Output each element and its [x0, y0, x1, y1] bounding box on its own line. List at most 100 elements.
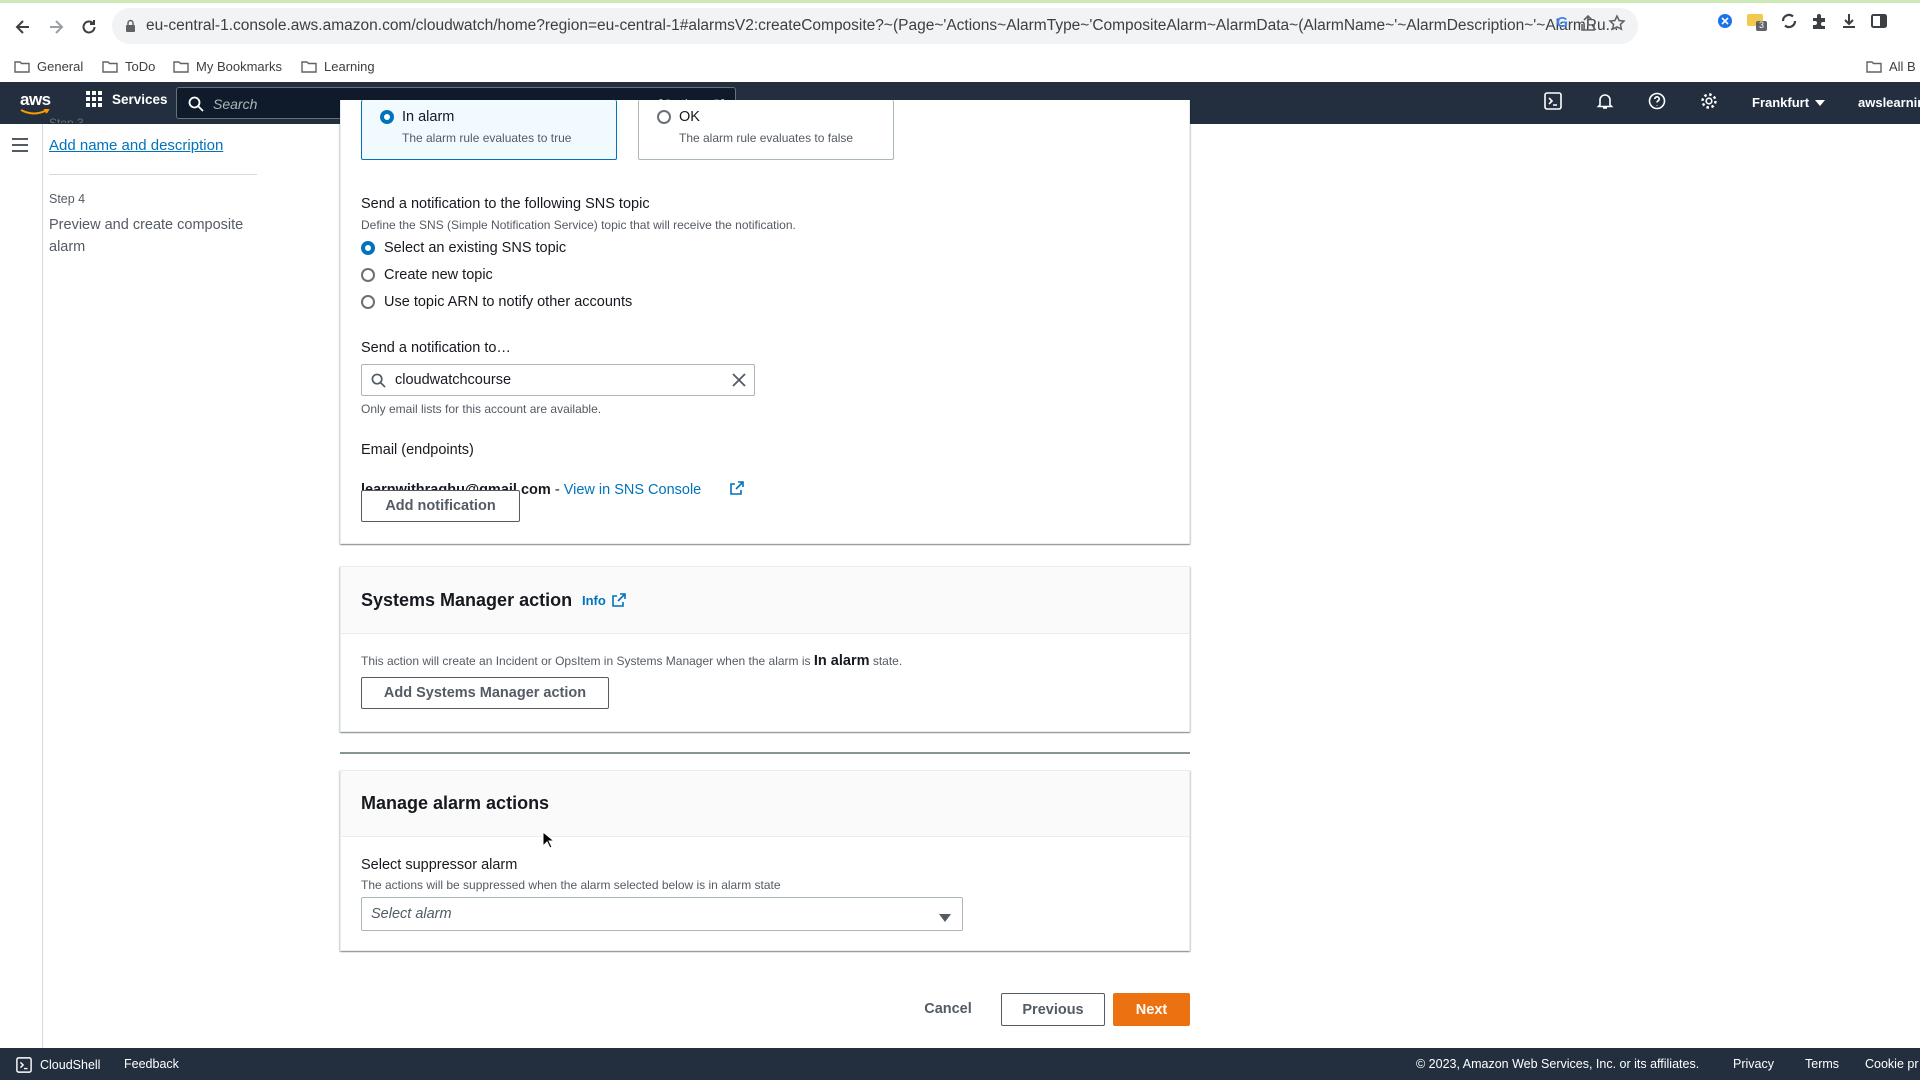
search-icon	[188, 96, 204, 112]
sns-option-radio[interactable]	[361, 295, 375, 309]
sns-option-arn[interactable]: Use topic ARN to notify other accounts	[361, 294, 632, 310]
extension-badge-icon[interactable]: 3	[1746, 12, 1768, 37]
share-icon[interactable]	[1580, 14, 1596, 37]
services-menu[interactable]: Services	[86, 91, 168, 107]
external-link-icon	[612, 593, 626, 612]
sns-option-existing[interactable]: Select an existing SNS topic	[361, 240, 566, 256]
star-icon[interactable]	[1608, 14, 1626, 37]
search-icon	[371, 373, 386, 388]
puzzle-icon[interactable]	[1810, 12, 1828, 37]
next-button[interactable]: Next	[1113, 993, 1190, 1026]
sync-icon[interactable]	[1780, 12, 1798, 37]
settings-gear-icon[interactable]	[1700, 92, 1718, 115]
search-placeholder: Search	[213, 96, 258, 112]
sns-option-new[interactable]: Create new topic	[361, 267, 493, 283]
bookmark-all-bookmarks[interactable]: All B	[1866, 59, 1916, 74]
folder-icon	[14, 60, 30, 73]
cookie-preferences-link[interactable]: Cookie pr	[1865, 1057, 1919, 1071]
previous-button[interactable]: Previous	[1001, 993, 1105, 1026]
bookmarks-bar: General ToDo My Bookmarks Learning All B	[0, 52, 1920, 80]
caret-down-icon	[939, 910, 951, 928]
sns-description: Define the SNS (Simple Notification Serv…	[361, 218, 796, 232]
help-icon[interactable]	[1648, 92, 1666, 115]
info-link[interactable]: Info	[582, 593, 606, 608]
address-bar[interactable]: eu-central-1.console.aws.amazon.com/clou…	[112, 8, 1638, 44]
bookmark-label: My Bookmarks	[196, 58, 282, 74]
feedback-link[interactable]: Feedback	[124, 1057, 179, 1071]
notification-panel: In alarm The alarm rule evaluates to tru…	[340, 100, 1190, 544]
view-sns-console-link[interactable]: View in SNS Console	[564, 482, 702, 498]
extension-compass-icon[interactable]	[1716, 12, 1734, 37]
sns-option-radio[interactable]	[361, 241, 375, 255]
state-ok-radio[interactable]	[657, 110, 671, 124]
bookmark-todo[interactable]: ToDo	[102, 59, 155, 74]
add-systems-manager-action-button[interactable]: Add Systems Manager action	[361, 677, 609, 709]
state-in-alarm-desc: The alarm rule evaluates to true	[402, 131, 572, 145]
cloudshell-button[interactable]: CloudShell	[16, 1057, 100, 1073]
external-link-icon	[706, 465, 745, 515]
bookmark-label: Learning	[324, 58, 375, 74]
download-icon[interactable]	[1840, 12, 1858, 37]
state-in-alarm-title: In alarm	[402, 109, 455, 125]
manage-alarm-actions-panel: Manage alarm actions Select suppressor a…	[340, 770, 1190, 951]
sns-option-radio[interactable]	[361, 268, 375, 282]
hamburger-menu-icon[interactable]	[12, 138, 28, 157]
step-divider	[49, 174, 257, 175]
caret-down-icon	[1815, 95, 1826, 110]
services-label: Services	[112, 91, 168, 107]
suppressor-alarm-select[interactable]: Select alarm	[361, 897, 963, 931]
sm-desc-prefix: This action will create an Incident or O…	[361, 654, 811, 668]
side-nav-rail	[0, 124, 43, 1048]
region-selector[interactable]: Frankfurt	[1752, 95, 1826, 110]
reload-icon[interactable]	[76, 14, 102, 40]
bookmark-label: All B	[1889, 58, 1916, 74]
sns-option-label: Use topic ARN to notify other accounts	[384, 294, 633, 310]
forward-icon[interactable]	[43, 14, 69, 40]
back-icon[interactable]	[10, 14, 36, 40]
url-text: eu-central-1.console.aws.amazon.com/clou…	[146, 17, 1619, 34]
terms-link[interactable]: Terms	[1805, 1057, 1839, 1071]
email-endpoints-label: Email (endpoints)	[361, 442, 474, 458]
sm-desc-state: In alarm	[813, 653, 870, 669]
sidepanel-icon[interactable]	[1870, 12, 1888, 37]
sns-topic-value: cloudwatchcourse	[395, 372, 512, 388]
suppressor-alarm-desc: The actions will be suppressed when the …	[361, 878, 781, 892]
extension-badge-count: 3	[1759, 20, 1765, 30]
send-to-label: Send a notification to…	[361, 340, 511, 356]
region-label: Frankfurt	[1752, 95, 1810, 110]
systems-manager-title: Systems Manager action	[361, 590, 573, 610]
bookmark-general[interactable]: General	[14, 59, 83, 74]
bookmark-learning[interactable]: Learning	[301, 59, 375, 74]
account-menu[interactable]: awslearnin	[1858, 95, 1920, 110]
bookmark-my-bookmarks[interactable]: My Bookmarks	[173, 59, 282, 74]
cloudshell-label: CloudShell	[40, 1058, 101, 1072]
state-ok-desc: The alarm rule evaluates to false	[679, 131, 854, 145]
state-in-alarm-card[interactable]: In alarm The alarm rule evaluates to tru…	[361, 100, 617, 160]
state-in-alarm-radio[interactable]	[380, 110, 394, 124]
step-3-link[interactable]: Add name and description	[49, 137, 223, 154]
add-notification-button[interactable]: Add notification	[361, 490, 520, 522]
copyright-text: © 2023, Amazon Web Services, Inc. or its…	[1416, 1057, 1700, 1071]
privacy-link[interactable]: Privacy	[1733, 1057, 1774, 1071]
aws-logo-text: aws	[20, 90, 51, 109]
google-icon[interactable]: G	[1556, 14, 1568, 37]
sns-topic-search-input[interactable]: cloudwatchcourse	[361, 364, 755, 396]
bookmark-label: General	[37, 58, 84, 74]
email-separator: -	[550, 482, 564, 498]
mouse-cursor-icon	[542, 830, 556, 854]
suppressor-alarm-label: Select suppressor alarm	[361, 857, 518, 873]
systems-manager-description: This action will create an Incident or O…	[361, 653, 902, 669]
folder-icon	[173, 60, 189, 73]
manage-actions-header: Manage alarm actions	[341, 771, 1189, 837]
cloudshell-icon[interactable]	[1544, 92, 1562, 115]
state-ok-title: OK	[679, 109, 700, 125]
cancel-button[interactable]: Cancel	[912, 993, 984, 1025]
browser-toolbar: eu-central-1.console.aws.amazon.com/clou…	[0, 0, 1920, 82]
sm-desc-suffix: state.	[872, 654, 903, 668]
notifications-bell-icon[interactable]	[1596, 92, 1614, 115]
state-ok-card[interactable]: OK The alarm rule evaluates to false	[638, 100, 894, 160]
folder-icon	[102, 60, 118, 73]
folder-icon	[301, 60, 317, 73]
clear-icon[interactable]	[732, 373, 746, 392]
aws-logo[interactable]: aws	[18, 90, 52, 116]
